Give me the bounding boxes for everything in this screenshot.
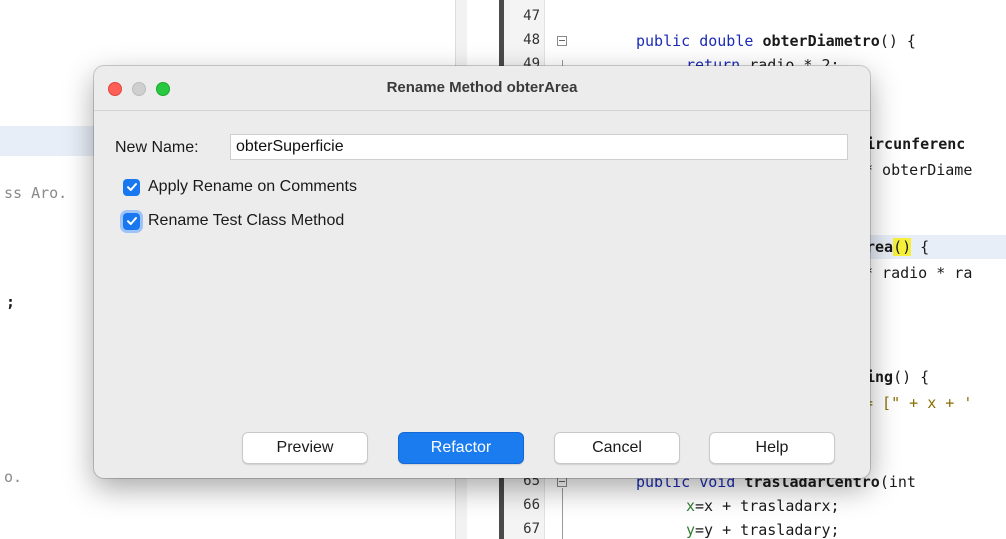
code-text: () { [879,32,916,50]
left-code-fragment: ; [6,293,16,311]
left-code-fragment: o. [4,468,23,486]
cancel-button[interactable]: Cancel [554,432,680,464]
rename-method-dialog: Rename Method obterArea New Name: Apply … [94,66,870,478]
code-text: =y + trasladary; [695,521,840,539]
checkmark-icon [126,183,137,191]
code-text: { [911,238,930,256]
code-variable: y [686,521,696,539]
fold-collapse-icon[interactable] [557,36,567,46]
dialog-titlebar[interactable]: Rename Method obterArea [94,66,870,110]
code-keyword: public double [636,32,763,50]
rename-test-class-method-label: Rename Test Class Method [148,212,345,229]
code-text: =x + trasladarx; [695,497,840,515]
code-line-66: x=x + trasladarx; [686,497,840,515]
new-name-input[interactable] [230,134,848,160]
rename-test-class-method-checkbox-row[interactable]: Rename Test Class Method [123,210,344,232]
code-method-name: obterDiametro [762,32,880,50]
code-fragment-ing: ing() { [866,368,929,386]
dialog-title: Rename Method obterArea [386,79,578,96]
code-fragment: * obterDiame [864,161,973,179]
help-button[interactable]: Help [709,432,835,464]
checkmark-icon [126,217,137,225]
apply-rename-comments-label: Apply Rename on Comments [148,178,357,195]
code-text: (int [879,473,916,491]
left-code-fragment: ss Aro. [4,184,68,202]
titlebar-divider [94,110,870,111]
line-number: 67 [523,521,540,537]
line-number: 48 [523,32,540,48]
code-text: () { [893,368,930,386]
line-number: 47 [523,8,540,24]
rename-test-class-method-checkbox[interactable] [123,212,140,230]
code-line-48: public double obterDiametro() { [636,32,916,50]
new-name-label: New Name: [115,139,199,156]
code-fragment: * radio * ra [864,264,973,282]
fold-collapse-icon[interactable] [557,477,567,487]
code-line-67: y=y + trasladary; [686,521,840,539]
preview-button[interactable]: Preview [242,432,368,464]
code-fragment-string: = [" + x + ' [864,394,973,412]
line-number: 66 [523,497,540,513]
fold-guide-line [562,488,563,539]
code-method-name: ing [866,368,894,386]
code-fragment: ircunferenc [866,135,966,153]
apply-rename-comments-checkbox[interactable] [123,178,140,196]
refactor-button[interactable]: Refactor [398,432,524,464]
code-method-name: rea [866,238,894,256]
code-variable: x [686,497,696,515]
code-fragment-area: rea() { [866,238,929,256]
apply-rename-comments-checkbox-row[interactable]: Apply Rename on Comments [123,176,357,198]
matched-parens-highlight: () [893,238,912,256]
